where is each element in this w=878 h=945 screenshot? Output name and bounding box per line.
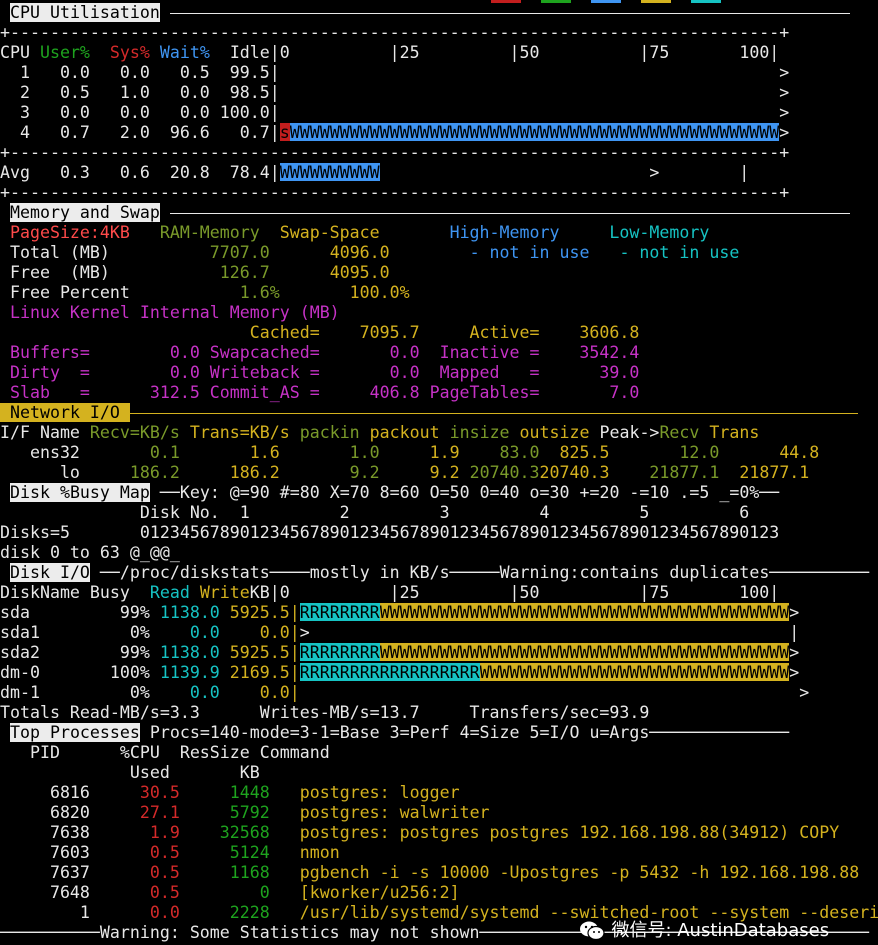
kernel-cached-row: Cached= 7095.7 Active= 3606.8 [0,323,640,342]
cpu-section-header: CPU Utilisation [0,3,878,23]
memory-headers: PageSize:4KB RAM-Memory Swap-Space High-… [0,223,710,242]
diskmap-title: Disk %Busy Map [10,483,150,502]
diskmap-disks-line: Disks=5 01234567890123456789012345678901… [0,523,780,542]
diskio-title: Disk I/O [10,563,90,582]
cpu-avg-bar: WWWWWWWWWW [279,163,380,181]
memory-section-header: Memory and Swap [0,203,878,223]
diskmap-map-line: disk 0 to 63 @_@@_ [0,543,180,562]
network-headers: I/F Name Recv=KB/s Trans=KB/s packin pac… [0,423,760,442]
cpu-sys-bar: s [279,123,290,141]
cpu-title: CPU Utilisation [10,3,160,22]
disk-write-bar: WWWWWWWWWWWWWWWWWWWWWWWWWWWWWWW [479,663,790,681]
diskio-row: dm-1 0% 0.0 0.0| > [0,683,810,702]
diskio-section-header: Disk I/O ──/proc/diskstats────mostly in … [10,563,870,582]
top-header-1: PID %CPU ResSize Command [0,743,330,762]
process-row: 6820 27.1 5792 postgres: walwriter [0,803,490,822]
diskmap-section-header: Disk %Busy Map ──Key: @=90 #=80 X=70 8=6… [10,483,780,502]
network-section-header: Network I/O [0,403,878,423]
cpu-row: 4 0.7 2.0 96.6 0.7|sWWWWWWWWWWWWWWWWWWWW… [0,123,790,142]
cpu-mid-border: +---------------------------------------… [0,143,790,162]
diskio-scale: 0 |25 |50 |75 100| [279,583,780,602]
disk-write-bar: WWWWWWWWWWWWWWWWWWWWWWWWWWWWWWWWWWWWWWWW… [379,603,790,621]
disk-write-bar: WWWWWWWWWWWWWWWWWWWWWWWWWWWWWWWWWWWWWWWW… [379,643,790,661]
cpu-row: 3 0.0 0.0 0.0 100.0| > [0,103,790,122]
process-row: 7638 1.9 32568 postgres: postgres postgr… [0,823,840,842]
cpu-scale: 0 |25 |50 |75 100| [279,43,780,62]
disk-read-bar: RRRRRRRR [299,603,380,621]
memory-total-row: Total (MB) 7707.0 4096.0 - not in use - … [0,243,740,262]
cpu-top-border: +---------------------------------------… [0,23,790,42]
diskio-headers: DiskName Busy Read WriteKB|0 |25 |50 |75… [0,583,780,602]
cpu-row: 2 0.5 1.0 0.0 98.5| > [0,83,790,102]
network-row: lo 186.2 186.2 9.2 9.2 20740.320740.3 21… [0,463,810,482]
cpu-row: 1 0.0 0.0 0.5 99.5| > [0,63,790,82]
diskio-row: sda 99% 1138.0 5925.5|RRRRRRRRWWWWWWWWWW… [0,603,800,622]
cpu-wait-bar: WWWWWWWWWWWWWWWWWWWWWWWWWWWWWWWWWWWWWWWW… [289,123,780,141]
top-section-header: Top Processes Procs=140-mode=3-1=Base 3=… [10,723,790,742]
diskmap-disk-numbers: Disk No. 1 2 3 4 5 6 [0,503,750,522]
top-title: Top Processes [10,723,140,742]
cpu-bottom-border: +---------------------------------------… [0,183,790,202]
process-row: 6816 30.5 1448 postgres: logger [0,783,460,802]
cpu-column-headers: CPU User% Sys% Wait% Idle|0 |25 |50 |75 … [0,43,780,62]
process-row: 7637 0.5 1168 pgbench -i -s 10000 -Upost… [0,863,860,882]
memory-percent-row: Free Percent 1.6% 100.0% [0,283,410,302]
watermark-text: 微信号: AustinDatabases [611,920,830,941]
network-title: Network I/O [10,403,120,422]
kernel-dirty-row: Dirty = 0.0 Writeback = 0.0 Mapped = 39.… [0,363,640,382]
diskio-row: dm-0 100% 1139.9 2169.5|RRRRRRRRRRRRRRRR… [0,663,800,682]
kernel-buffers-row: Buffers= 0.0 Swapcached= 0.0 Inactive = … [0,343,640,362]
diskio-row: sda1 0% 0.0 0.0|> | [0,623,800,642]
kernel-slab-row: Slab = 312.5 Commit_AS = 406.8 PageTable… [0,383,640,402]
wechat-icon [580,921,606,941]
memory-free-row: Free (MB) 126.7 4095.0 [0,263,390,282]
disk-read-bar: RRRRRRRR [299,643,380,661]
kernel-memory-title: Linux Kernel Internal Memory (MB) [0,303,340,322]
memory-title: Memory and Swap [10,203,160,222]
top-header-2: Used KB [0,763,260,782]
cpu-avg-row: Avg 0.3 0.6 20.8 78.4|WWWWWWWWWW > | [0,163,750,182]
disk-read-bar: RRRRRRRRRRRRRRRRRR [299,663,480,681]
watermark: 微信号: AustinDatabases [568,892,829,941]
diskio-row: sda2 99% 1138.0 5925.5|RRRRRRRRWWWWWWWWW… [0,643,800,662]
process-row: 7603 0.5 5124 nmon [0,843,340,862]
diskio-totals: Totals Read-MB/s=3.3 Writes-MB/s=13.7 Tr… [0,703,650,722]
network-row: ens32 0.1 1.6 1.0 1.9 83.0 825.5 12.0 44… [0,443,820,462]
